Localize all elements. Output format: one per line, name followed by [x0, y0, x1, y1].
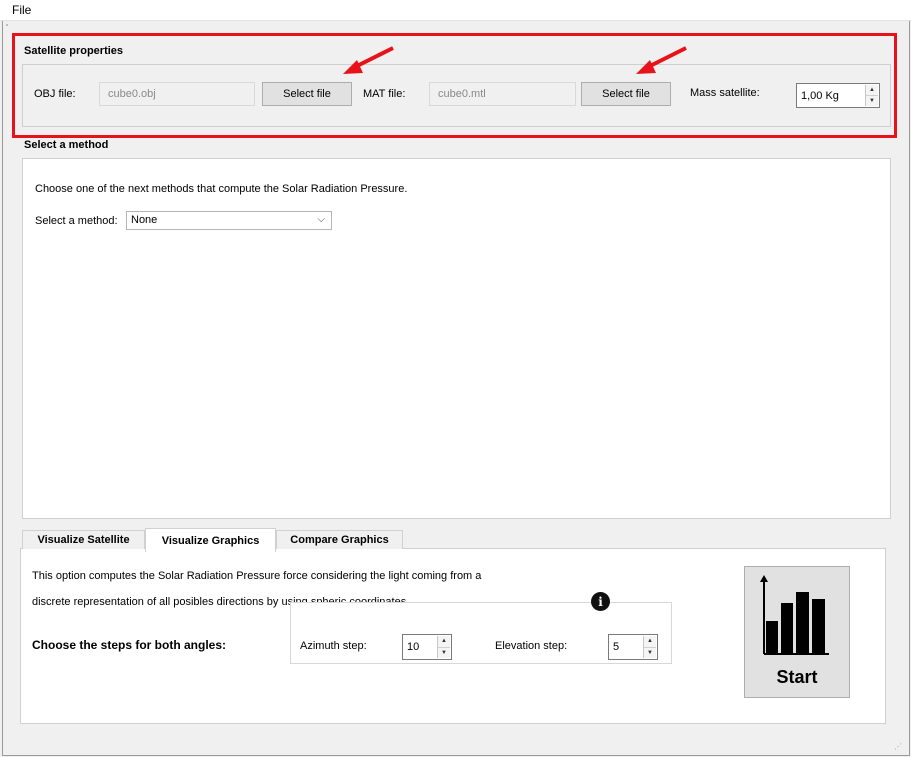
resize-grip-icon[interactable]: ⋰: [894, 742, 906, 754]
mass-satellite-value: 1,00 Kg: [801, 89, 839, 102]
spin-down-icon[interactable]: ▼: [644, 647, 656, 658]
tab-visualize-satellite[interactable]: Visualize Satellite: [22, 530, 145, 549]
azimuth-label: Azimuth step:: [300, 640, 367, 652]
method-select[interactable]: None ⌵: [126, 211, 332, 230]
tab-compare-graphics[interactable]: Compare Graphics: [276, 530, 403, 549]
obj-file-field[interactable]: cube0.obj: [99, 82, 255, 106]
satellite-properties-title: Satellite properties: [24, 45, 124, 57]
select-method-label: Select a method:: [35, 215, 118, 227]
mass-satellite-spinbox[interactable]: 1,00 Kg ▲ ▼: [796, 83, 880, 108]
toolbar-grip: [6, 24, 8, 26]
start-label: Start: [776, 667, 818, 687]
elevation-spinbox[interactable]: 5 ▲ ▼: [608, 634, 658, 660]
elevation-value: 5: [613, 641, 620, 653]
mat-file-label: MAT file:: [363, 88, 406, 100]
mat-file-field[interactable]: cube0.mtl: [429, 82, 576, 106]
menu-file[interactable]: File: [12, 3, 31, 17]
chevron-down-icon: ⌵: [317, 214, 325, 225]
spin-up-icon[interactable]: ▲: [866, 85, 878, 96]
obj-file-label: OBJ file:: [34, 88, 76, 100]
annotation-arrow-icon: [636, 46, 687, 74]
azimuth-spinbox[interactable]: 10 ▲ ▼: [402, 634, 452, 660]
annotation-arrow-icon: [343, 46, 394, 74]
tab-visualize-graphics[interactable]: Visualize Graphics: [145, 528, 276, 552]
method-select-value: None: [131, 214, 158, 226]
menu-bar: File: [0, 0, 911, 21]
spin-down-icon[interactable]: ▼: [438, 647, 450, 658]
mass-satellite-label: Mass satellite:: [690, 87, 760, 99]
method-description: Choose one of the next methods that comp…: [35, 183, 408, 195]
spin-up-icon[interactable]: ▲: [644, 636, 656, 648]
elevation-label: Elevation step:: [495, 640, 568, 652]
mat-select-file-button[interactable]: Select file: [581, 82, 671, 106]
select-method-title: Select a method: [24, 139, 109, 151]
spin-down-icon[interactable]: ▼: [866, 96, 878, 106]
spin-up-icon[interactable]: ▲: [438, 636, 450, 648]
info-icon[interactable]: i: [591, 592, 610, 611]
azimuth-value: 10: [407, 641, 420, 653]
start-button[interactable]: Start: [744, 566, 850, 698]
obj-select-file-button[interactable]: Select file: [262, 82, 352, 106]
steps-label: Choose the steps for both angles:: [32, 638, 227, 652]
bar-chart-icon: [760, 575, 829, 655]
graphics-description-line1: This option computes the Solar Radiation…: [32, 570, 482, 582]
